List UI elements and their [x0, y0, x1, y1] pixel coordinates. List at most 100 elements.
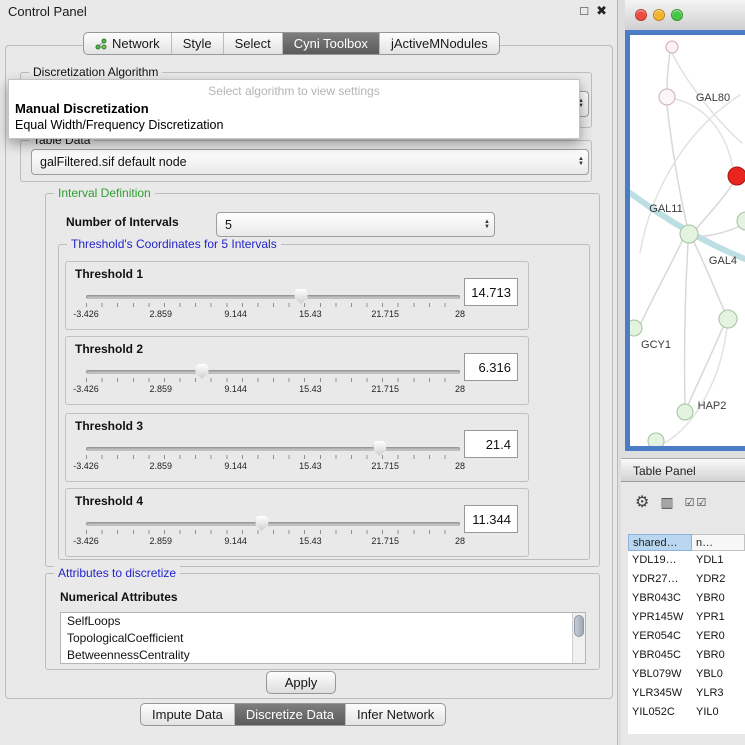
- tab-cyni-toolbox[interactable]: Cyni Toolbox: [282, 33, 379, 54]
- network-edge[interactable]: [641, 241, 682, 323]
- table-row[interactable]: YLR345WYLR3: [628, 684, 745, 703]
- close-icon[interactable]: ✖: [596, 3, 607, 19]
- network-edge[interactable]: [667, 53, 670, 89]
- column-header[interactable]: n…: [692, 534, 745, 551]
- table-row[interactable]: YER054CYER0: [628, 627, 745, 646]
- threshold-value-field[interactable]: 6.316: [464, 353, 518, 381]
- table-cell[interactable]: YER0: [692, 627, 745, 646]
- network-node[interactable]: [728, 167, 745, 185]
- tick-label: 28: [455, 536, 465, 546]
- tab-infer-network[interactable]: Infer Network: [345, 704, 445, 725]
- table-cell[interactable]: YDR27…: [628, 570, 692, 589]
- threshold-slider[interactable]: -3.426 2.859 9.144 15.43 21.715 28: [86, 515, 460, 553]
- network-node[interactable]: [719, 310, 737, 328]
- mac-minimize-icon[interactable]: [653, 9, 665, 21]
- table-cell[interactable]: YBR043C: [628, 589, 692, 608]
- table-cell[interactable]: YDR2: [692, 570, 745, 589]
- slider-thumb[interactable]: [295, 289, 308, 304]
- table-row[interactable]: YDR27…YDR2: [628, 570, 745, 589]
- attributes-listbox[interactable]: SelfLoops TopologicalCoefficient Between…: [60, 612, 586, 664]
- column-header[interactable]: shared…: [628, 534, 692, 551]
- table-row[interactable]: YPR145WYPR1: [628, 608, 745, 627]
- table-cell[interactable]: YPR145W: [628, 608, 692, 627]
- network-edge[interactable]: [688, 327, 723, 405]
- checkbox-icons[interactable]: ☑☑: [685, 496, 709, 509]
- tab-jactivemnodules[interactable]: jActiveMNodules: [379, 33, 499, 54]
- network-window-titlebar[interactable]: [625, 0, 745, 31]
- list-item[interactable]: BetweennessCentrality: [61, 647, 585, 664]
- spinner-arrows-icon[interactable]: ▲▼: [484, 213, 490, 236]
- tab-discretize-data[interactable]: Discretize Data: [234, 704, 345, 725]
- list-item[interactable]: SelfLoops: [61, 613, 585, 630]
- network-edge[interactable]: [698, 225, 742, 236]
- slider-thumb[interactable]: [195, 364, 208, 379]
- network-node[interactable]: [648, 433, 664, 446]
- tab-network[interactable]: Network: [84, 33, 171, 54]
- table-cell[interactable]: YLR3: [692, 684, 745, 703]
- network-edge[interactable]: [685, 243, 688, 404]
- table-cell[interactable]: YIL0: [692, 703, 745, 722]
- table-row[interactable]: YBR043CYBR0: [628, 589, 745, 608]
- control-panel-titlebar[interactable]: Control Panel □ ✖: [0, 0, 617, 22]
- table-cell[interactable]: YDL1: [692, 551, 745, 570]
- table-row[interactable]: YDL19…YDL1: [628, 551, 745, 570]
- slider-thumb[interactable]: [373, 441, 386, 456]
- dropdown-option[interactable]: Equal Width/Frequency Discretization: [9, 118, 579, 132]
- network-canvas[interactable]: GAL80GAL11GAL4GCY1HAP2: [630, 35, 745, 446]
- float-icon[interactable]: □: [580, 3, 588, 19]
- threshold-value-field[interactable]: 11.344: [464, 505, 518, 533]
- spinner-arrows-icon[interactable]: ▲▼: [578, 150, 584, 174]
- network-edge[interactable]: [694, 242, 725, 312]
- network-node[interactable]: [677, 404, 693, 420]
- threshold-slider[interactable]: -3.426 2.859 9.144 15.43 21.715 28: [86, 363, 460, 401]
- table-data-combobox[interactable]: galFiltered.sif default node ▲▼: [31, 149, 589, 175]
- network-node[interactable]: [666, 41, 678, 53]
- mac-zoom-icon[interactable]: [671, 9, 683, 21]
- threshold-slider[interactable]: -3.426 2.859 9.144 15.43 21.715 28: [86, 440, 460, 478]
- table-cell[interactable]: YER054C: [628, 627, 692, 646]
- network-node[interactable]: [630, 320, 642, 336]
- table-row[interactable]: YBR045CYBR0: [628, 646, 745, 665]
- scrollbar-thumb[interactable]: [574, 615, 584, 637]
- apply-button[interactable]: Apply: [266, 671, 336, 694]
- threshold-slider[interactable]: -3.426 2.859 9.144 15.43 21.715 28: [86, 288, 460, 326]
- table-cell[interactable]: YPR1: [692, 608, 745, 627]
- slider-track[interactable]: [86, 447, 460, 451]
- num-intervals-combobox[interactable]: 5 ▲▼: [216, 212, 495, 237]
- threshold-value-field[interactable]: 21.4: [464, 430, 518, 458]
- mac-close-icon[interactable]: [635, 9, 647, 21]
- table-row[interactable]: YBL079WYBL0: [628, 665, 745, 684]
- tick-label: 28: [455, 461, 465, 471]
- dropdown-option[interactable]: Manual Discretization: [9, 101, 579, 116]
- vertical-scrollbar[interactable]: [572, 613, 585, 663]
- gear-icon[interactable]: ⚙: [635, 492, 649, 512]
- table-cell[interactable]: YDL19…: [628, 551, 692, 570]
- table-cell[interactable]: YBR0: [692, 646, 745, 665]
- table-columns-icon[interactable]: ▥: [660, 494, 673, 511]
- table-cell[interactable]: YBR0: [692, 589, 745, 608]
- tab-label: Network: [112, 36, 160, 51]
- table-row[interactable]: YIL052CYIL0: [628, 703, 745, 722]
- list-item[interactable]: TopologicalCoefficient: [61, 630, 585, 647]
- tab-impute-data[interactable]: Impute Data: [141, 704, 234, 725]
- network-node[interactable]: [659, 89, 675, 105]
- tab-style[interactable]: Style: [171, 33, 223, 54]
- tick-label: 28: [455, 309, 465, 319]
- slider-thumb[interactable]: [255, 516, 268, 531]
- threshold-value-field[interactable]: 14.713: [464, 278, 518, 306]
- slider-track[interactable]: [86, 522, 460, 526]
- network-edge[interactable]: [696, 183, 733, 229]
- tab-label: Cyni Toolbox: [294, 36, 368, 51]
- table-cell[interactable]: YBL0: [692, 665, 745, 684]
- slider-track[interactable]: [86, 295, 460, 299]
- table-cell[interactable]: YIL052C: [628, 703, 692, 722]
- tick-label: 15.43: [299, 384, 322, 394]
- table-panel-bar[interactable]: Table Panel: [621, 458, 745, 482]
- tab-select[interactable]: Select: [223, 33, 282, 54]
- network-edge[interactable]: [675, 99, 733, 169]
- slider-track[interactable]: [86, 370, 460, 374]
- table-cell[interactable]: YBL079W: [628, 665, 692, 684]
- table-cell[interactable]: YLR345W: [628, 684, 692, 703]
- table-cell[interactable]: YBR045C: [628, 646, 692, 665]
- network-node[interactable]: [680, 225, 698, 243]
